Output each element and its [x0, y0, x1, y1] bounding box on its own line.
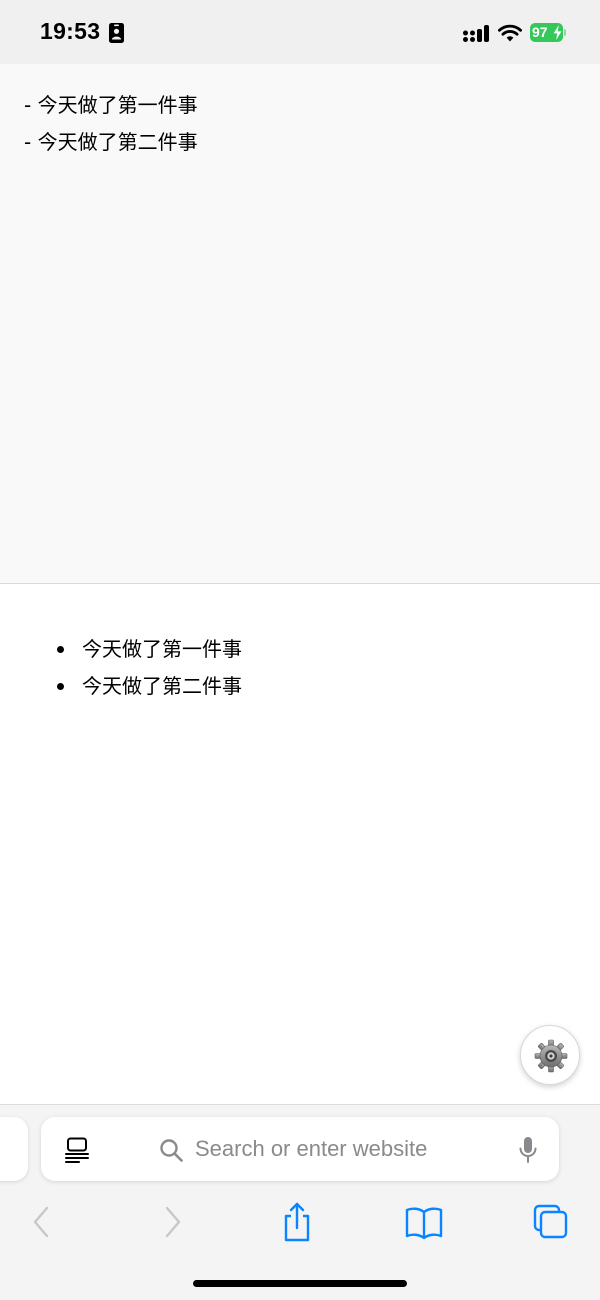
back-button[interactable] — [19, 1200, 65, 1244]
list-item: 今天做了第一件事 — [0, 636, 242, 673]
source-line[interactable]: - 今天做了第一件事 — [24, 93, 198, 117]
status-bar: 19:53 97 — [0, 0, 600, 64]
charging-bolt-icon — [553, 25, 562, 40]
search-icon — [160, 1139, 183, 1162]
id-card-icon — [109, 23, 124, 43]
page-menu-icon[interactable] — [65, 1137, 89, 1163]
share-button[interactable] — [274, 1200, 320, 1244]
address-input[interactable] — [191, 1133, 505, 1165]
share-icon — [284, 1202, 310, 1242]
tabs-button[interactable] — [527, 1200, 573, 1244]
battery-cap — [564, 29, 566, 36]
bullet-list: 今天做了第一件事 今天做了第二件事 — [0, 636, 242, 710]
home-indicator — [193, 1280, 407, 1287]
wifi-icon — [498, 24, 522, 42]
chevron-right-icon — [165, 1206, 181, 1238]
signal-icon — [463, 25, 489, 42]
bullet-icon — [57, 683, 64, 690]
markdown-preview: 今天做了第一件事 今天做了第二件事 — [0, 584, 600, 1104]
status-time: 19:53 — [40, 18, 101, 44]
chevron-left-icon — [33, 1206, 49, 1238]
microphone-icon[interactable] — [518, 1136, 538, 1164]
battery-indicator: 97 — [530, 23, 566, 42]
previous-tab-card[interactable] — [0, 1117, 28, 1181]
forward-button[interactable] — [149, 1200, 195, 1244]
list-item: 今天做了第二件事 — [0, 673, 242, 710]
settings-button[interactable] — [520, 1025, 580, 1085]
address-bar[interactable] — [41, 1117, 559, 1181]
tabs-icon — [533, 1204, 568, 1239]
book-icon — [405, 1207, 443, 1240]
list-item-text: 今天做了第二件事 — [82, 674, 242, 698]
bullet-icon — [57, 646, 64, 653]
bookmarks-button[interactable] — [401, 1200, 447, 1244]
safari-toolbar — [0, 1104, 600, 1300]
source-line[interactable]: - 今天做了第二件事 — [24, 130, 198, 154]
list-item-text: 今天做了第一件事 — [82, 637, 242, 661]
gear-icon — [534, 1039, 568, 1073]
markdown-source-editor[interactable]: - 今天做了第一件事 - 今天做了第二件事 — [0, 64, 600, 584]
